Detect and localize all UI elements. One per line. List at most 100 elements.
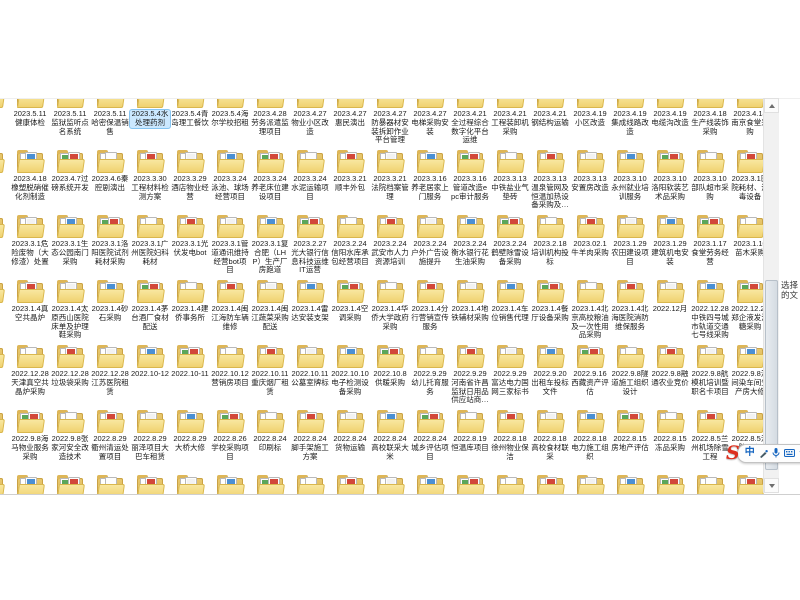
vertical-scrollbar[interactable] (763, 98, 779, 493)
pen-icon[interactable] (759, 449, 768, 458)
folder-item[interactable]: 2023.4.19集成线路改造 (610, 98, 650, 148)
folder-item[interactable]: 2022.8.24城乡评估项目 (410, 408, 450, 473)
folder-item[interactable] (290, 473, 330, 495)
folder-item[interactable]: 2023.1.4地铁辅材采购 (450, 278, 490, 343)
sogou-logo-icon[interactable]: S (726, 442, 740, 464)
folder-item[interactable]: 2023.5.4海尔学校招租 (210, 98, 250, 148)
folder-item[interactable]: 2022.9.29幼儿托育服务 (410, 343, 450, 408)
folder-item[interactable]: 2023.1.4华侨大学政府采购 (370, 278, 410, 343)
folder-item[interactable]: 2022.12.28江苏医院租赁 (90, 343, 130, 408)
folder-item[interactable]: 2022.12.28中铁四号城市轨道交通七号线采购 (690, 278, 730, 343)
folder-item[interactable]: 2023.3.1生态公园南门采购 (50, 213, 90, 278)
folder-item[interactable] (450, 473, 490, 495)
folder-item[interactable]: 2022.10.10电子检测设备采购 (330, 343, 370, 408)
folder-item[interactable]: 2022.9.8海马物业服务采购 (10, 408, 50, 473)
folder-item[interactable]: 2023.3.30工程材料检测方案 (130, 148, 170, 213)
folder-item[interactable] (370, 473, 410, 495)
chinese-mode-icon[interactable]: 中 (745, 448, 755, 458)
folder-item[interactable]: 2023.3.21法院档案管理 (370, 148, 410, 213)
folder-item[interactable]: 2023.2.24信阳水库承包经营项目 (330, 213, 370, 278)
folder-item[interactable]: 2023.3.16管道改造epc审计服务 (450, 148, 490, 213)
folder-item[interactable]: 2023.1.17食堂劳务经营 (690, 213, 730, 278)
folder-item[interactable]: 2022.8.26学校采购项目 (210, 408, 250, 473)
folder-item[interactable]: 2022.10-11 (170, 343, 210, 408)
folder-item[interactable]: 2022.10-12 (130, 343, 170, 408)
folder-item[interactable]: 2023.3.24养老床位建设项目 (250, 148, 290, 213)
folder-item[interactable]: 2023.1.4真空共晶炉 (10, 278, 50, 343)
folder-item[interactable]: 2023.4.27防暴器材安装拆卸作业平台管理 (370, 98, 410, 148)
folder-item[interactable]: 2022.9.8航模机培训暨职名卡项目 (690, 343, 730, 408)
folder-item[interactable]: 2023.4.7过磅系统开发 (50, 148, 90, 213)
folder-item[interactable]: 2022.8.24脚手架施工方案 (290, 408, 330, 473)
folder-item[interactable]: 2022.9.20出租车投标文件 (530, 343, 570, 408)
folder-item[interactable] (0, 473, 10, 495)
folder-item[interactable]: 2022.10.8供暖采购 (370, 343, 410, 408)
folder-item[interactable] (170, 473, 210, 495)
folder-item[interactable] (10, 473, 50, 495)
folder-item[interactable]: 2023.3.24水泥运输项目 (290, 148, 330, 213)
folder-item[interactable]: 2023.1.29农田建设项目 (610, 213, 650, 278)
folder-item[interactable]: 2023.3.13中铁盐业气垫砖 (490, 148, 530, 213)
folder-item[interactable]: 2023.5.4水处理药剂 (130, 98, 170, 148)
folder-item[interactable]: 2023.2.18培训机构投标 (530, 213, 570, 278)
folder-item[interactable]: 2023.4.6秦腔剧演出 (90, 148, 130, 213)
folder-item[interactable] (0, 343, 10, 408)
folder-item[interactable] (0, 408, 10, 473)
folder-item[interactable]: 2022.10.11重庆烟厂租赁 (250, 343, 290, 408)
ime-language-bar[interactable]: S 中 (726, 442, 800, 464)
folder-item[interactable]: 2022.9.8融通农业竞价 (650, 343, 690, 408)
folder-item[interactable]: 2023.1.4北京高校粮油及一次性用品采购 (570, 278, 610, 343)
folder-item[interactable]: 2023.5.11监狱监听点名系统 (50, 98, 90, 148)
folder-item[interactable]: 2023.3.1管道通讯维持经营bot项目 (210, 213, 250, 278)
folder-item[interactable]: 2022.8.18徐州物业保洁 (490, 408, 530, 473)
folder-item[interactable]: 2023.1.4砂石采购 (90, 278, 130, 343)
folder-item[interactable]: 2022.10.12营销房项目 (210, 343, 250, 408)
keyboard-icon[interactable] (784, 449, 795, 457)
folder-item[interactable]: 2023.2.24户外广告设施提升 (410, 213, 450, 278)
folder-item[interactable]: 2023.1.29建筑机电安装 (650, 213, 690, 278)
folder-item[interactable] (410, 473, 450, 495)
folder-item[interactable]: 2023.3.10洛阳软装艺术品采购 (650, 148, 690, 213)
folder-item[interactable]: 2022.8.24高校联采大米 (370, 408, 410, 473)
folder-item[interactable]: 2023.3.16养老居家上门服务 (410, 148, 450, 213)
folder-item[interactable] (50, 473, 90, 495)
folder-item[interactable]: 2022.8.15房地产评估 (610, 408, 650, 473)
folder-item[interactable]: 2022.12.28天津真空共晶炉采购 (10, 343, 50, 408)
folder-item[interactable] (210, 473, 250, 495)
folder-item[interactable]: 2023.3.1洛阳医院试剂耗材采购 (90, 213, 130, 278)
folder-item[interactable]: 2023.4.27惠民演出 (330, 98, 370, 148)
folder-item[interactable]: 2023.2.27光大银行信息科技运维IT运营 (290, 213, 330, 278)
folder-item[interactable]: 2022.8.24印刷标 (250, 408, 290, 473)
folder-item[interactable]: 2023.3.29酒店物业经营 (170, 148, 210, 213)
folder-item[interactable]: 2023.4.21全过程综合数字化平台运维 (450, 98, 490, 148)
folder-item[interactable]: 2022.8.18高校食材联采 (530, 408, 570, 473)
folder-item[interactable]: 2023.3.10永州就业培训服务 (610, 148, 650, 213)
folder-item[interactable]: 2023.4.18橡塑脱硝催化剂制造 (10, 148, 50, 213)
folder-item[interactable] (0, 148, 10, 213)
folder-item[interactable]: 2022.8.29大桥大修 (170, 408, 210, 473)
folder-item[interactable]: 2022.8.24货物运输 (330, 408, 370, 473)
scroll-down-button[interactable] (764, 478, 779, 493)
folder-item[interactable] (530, 473, 570, 495)
folder-item[interactable] (650, 473, 690, 495)
folder-item[interactable]: 2022.9.29河南省许昌监狱日用品供应站商… (450, 343, 490, 408)
folder-item[interactable]: 2022.9.29富达电力国网三家标书 (490, 343, 530, 408)
folder-item[interactable]: 2023.3.21顺丰外包 (330, 148, 370, 213)
folder-item[interactable]: 2022.12月 (650, 278, 690, 343)
folder-item[interactable]: 2023.3.10部队超市采购 (690, 148, 730, 213)
folder-item[interactable]: 2023.5.11哈密保温销售 (90, 98, 130, 148)
folder-item[interactable]: 2023.4.27物业小区改造 (290, 98, 330, 148)
folder-item[interactable]: 2023.1.4太原西山医院床单及护理鞋采购 (50, 278, 90, 343)
folder-item[interactable]: 2023.3.13安置房改造 (570, 148, 610, 213)
folder-item[interactable]: 2023.3.24泳池、球场经营项目 (210, 148, 250, 213)
folder-item[interactable]: 2023.2.24衡水银行花生油采购 (450, 213, 490, 278)
folder-item[interactable]: 2022.8.29丽泽项目大巴车租赁 (130, 408, 170, 473)
folder-item[interactable]: 2023.1.4闽江海防车辆维修 (210, 278, 250, 343)
folder-item[interactable]: 2023.1.4闽江蔬菜采购配送 (250, 278, 290, 343)
folder-item[interactable]: 2022.8.15冻品采购 (650, 408, 690, 473)
folder-item[interactable]: 2022.8.18电力施工组织 (570, 408, 610, 473)
folder-item[interactable]: 2023.1.4雷达安装支架 (290, 278, 330, 343)
folder-item[interactable] (90, 473, 130, 495)
folder-item[interactable] (0, 278, 10, 343)
folder-item[interactable]: 2023.4.21工程装卸机采购 (490, 98, 530, 148)
